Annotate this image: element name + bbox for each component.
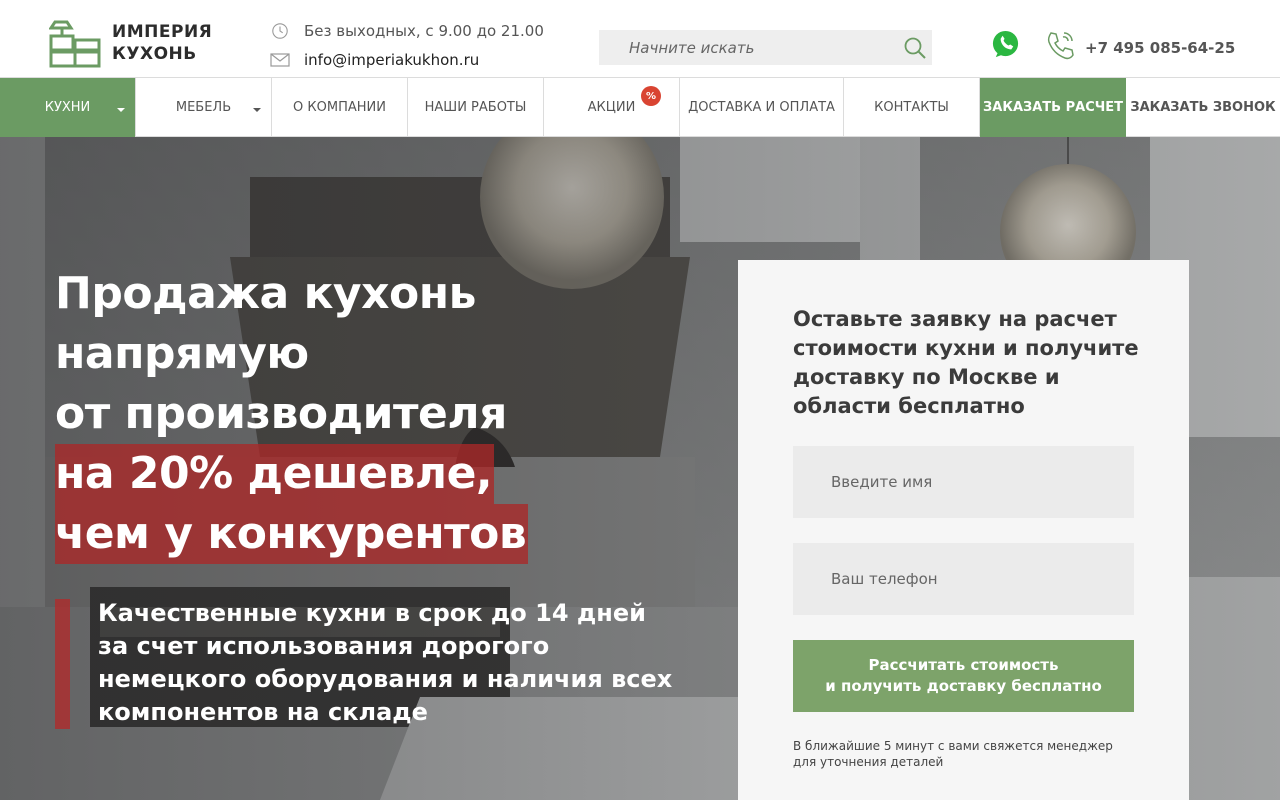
whatsapp-icon[interactable]	[990, 29, 1021, 60]
nav-item-label: МЕБЕЛЬ	[175, 100, 232, 115]
calculation-request-form: Оставьте заявку на расчет стоимости кухн…	[738, 260, 1189, 800]
nav-item-kitchens[interactable]: КУХНИ	[0, 78, 136, 137]
form-title: Оставьте заявку на расчет стоимости кухн…	[793, 307, 1139, 418]
site-header: ИМПЕРИЯ КУХОНЬ Без выходных, с 9.00 до 2…	[0, 0, 1280, 77]
hero-title-highlight: чем у конкурентов	[55, 504, 529, 564]
nav-item-label: АКЦИИ	[587, 100, 636, 115]
nav-item-label: КОНТАКТЫ	[874, 100, 949, 115]
nav-item-delivery[interactable]: ДОСТАВКА И ОПЛАТА	[680, 78, 844, 137]
nav-item-contacts[interactable]: КОНТАКТЫ	[844, 78, 980, 137]
email-contact: info@imperiakukhon.ru	[270, 51, 479, 69]
logo-line-2: КУХОНЬ	[112, 44, 197, 64]
hero-title: Продажа кухонь напрямую от производителя…	[55, 264, 695, 564]
hero-title-line: от производителя	[55, 388, 507, 439]
hero-title-line: напрямую	[55, 328, 309, 379]
submit-label-line-2: и получить доставку бесплатно	[825, 677, 1102, 695]
subtitle-accent-bar	[55, 599, 70, 729]
submit-label-line-1: Рассчитать стоимость	[868, 656, 1059, 674]
phone-field[interactable]	[793, 543, 1134, 615]
nav-item-label: О КОМПАНИИ	[293, 100, 386, 115]
nav-item-works[interactable]: НАШИ РАБОТЫ	[408, 78, 544, 137]
order-calculation-label: ЗАКАЗАТЬ РАСЧЕТ	[983, 100, 1123, 115]
form-note: В ближайшие 5 минут с вами свяжется мене…	[793, 739, 1113, 769]
hero-title-highlight: на 20% дешевле,	[55, 444, 495, 504]
working-hours-text: Без выходных, с 9.00 до 21.00	[304, 22, 544, 40]
hero-title-line: Продажа кухонь	[55, 268, 476, 319]
clock-icon	[272, 23, 288, 39]
working-hours: Без выходных, с 9.00 до 21.00	[270, 22, 544, 40]
order-call-label: ЗАКАЗАТЬ ЗВОНОК	[1130, 100, 1276, 115]
email-link[interactable]: info@imperiakukhon.ru	[304, 51, 479, 69]
search-icon[interactable]	[902, 35, 928, 61]
logo-line-1: ИМПЕРИЯ	[112, 22, 213, 42]
main-nav: КУХНИ МЕБЕЛЬ О КОМПАНИИ НАШИ РАБОТЫ АКЦИ…	[0, 77, 1280, 137]
calculate-cost-button[interactable]: Рассчитать стоимость и получить доставку…	[793, 640, 1134, 712]
nav-item-about[interactable]: О КОМПАНИИ	[272, 78, 408, 137]
order-call-button[interactable]: ЗАКАЗАТЬ ЗВОНОК	[1126, 78, 1280, 137]
nav-item-label: ДОСТАВКА И ОПЛАТА	[688, 100, 835, 115]
phone-number[interactable]: +7 495 085-64-25	[1085, 39, 1235, 57]
nav-item-label: НАШИ РАБОТЫ	[424, 100, 527, 115]
order-calculation-button[interactable]: ЗАКАЗАТЬ РАСЧЕТ	[980, 78, 1126, 137]
phone-icon[interactable]	[1044, 29, 1076, 61]
nav-item-label: КУХНИ	[44, 100, 91, 115]
chevron-down-icon	[117, 108, 125, 112]
mail-icon	[270, 53, 290, 67]
chevron-down-icon	[253, 108, 261, 112]
nav-item-promotions[interactable]: АКЦИИ %	[544, 78, 680, 137]
name-field[interactable]	[793, 446, 1134, 518]
logo[interactable]: ИМПЕРИЯ КУХОНЬ	[49, 18, 212, 68]
search-input[interactable]	[599, 30, 899, 65]
nav-item-furniture[interactable]: МЕБЕЛЬ	[136, 78, 272, 137]
search-box	[599, 30, 932, 65]
kitchen-logo-icon	[49, 20, 101, 68]
hero-subtitle: Качественные кухни в срок до 14 дней за …	[98, 599, 673, 726]
percent-badge: %	[641, 86, 661, 106]
